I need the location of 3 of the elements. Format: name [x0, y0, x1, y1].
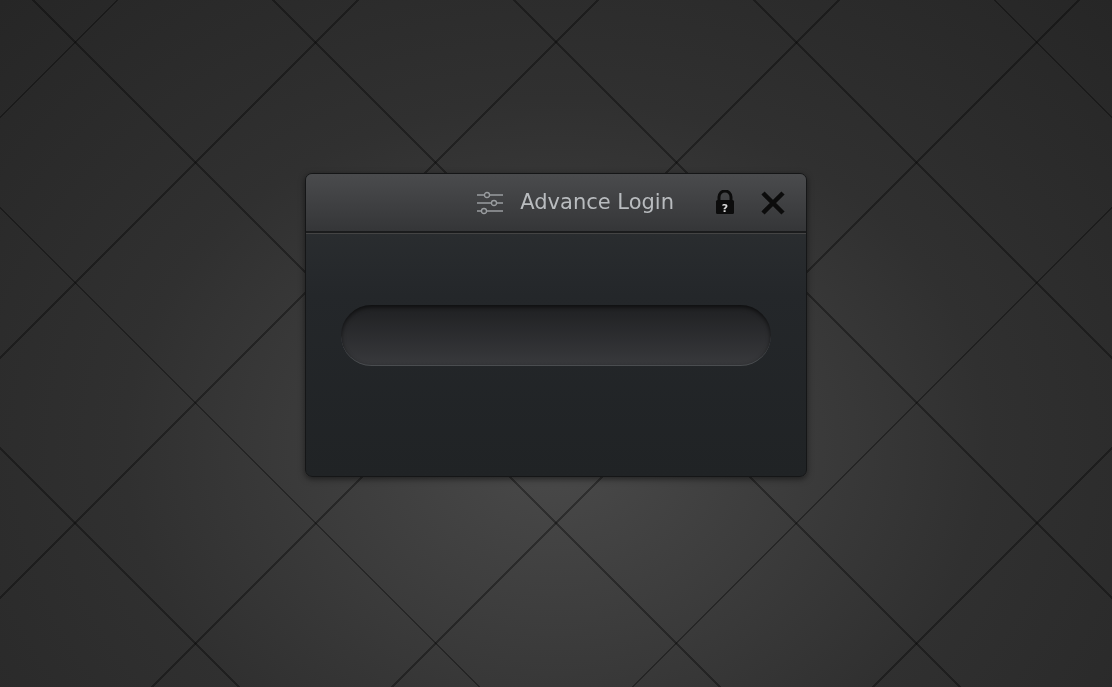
close-button[interactable] [760, 190, 786, 215]
dialog-title: Advance Login [520, 188, 674, 216]
sliders-icon [476, 190, 505, 215]
